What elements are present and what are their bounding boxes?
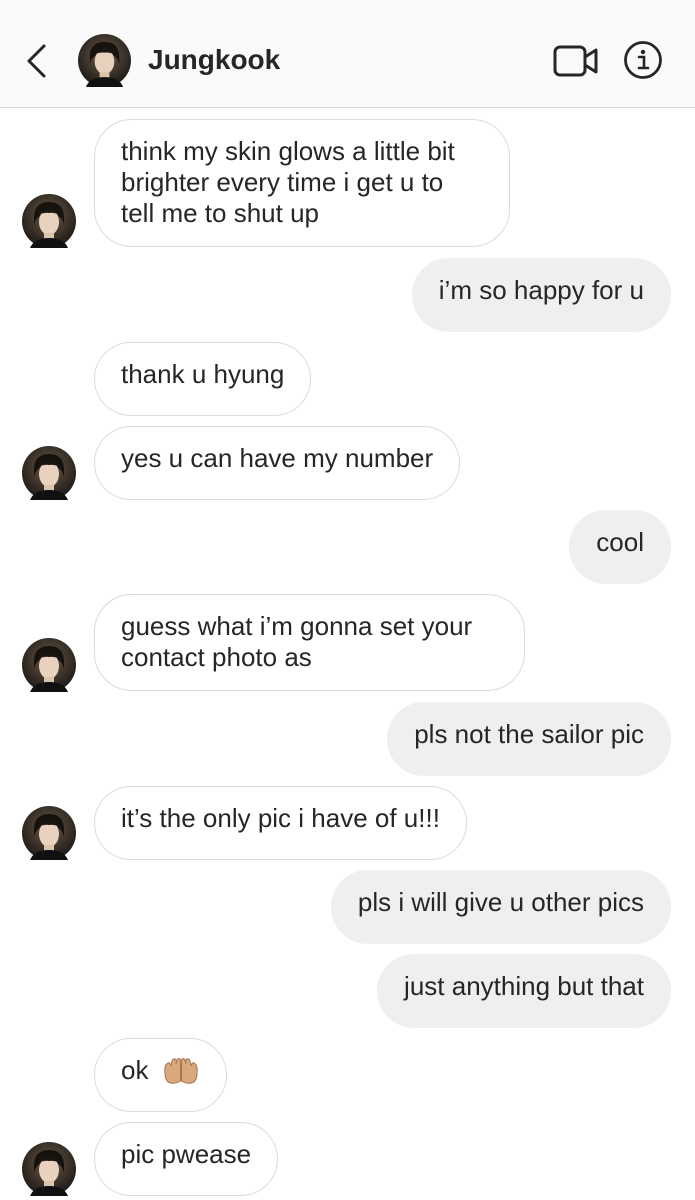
message-bubble-incoming[interactable]: guess what i’m gonna set your contact ph… [94, 594, 525, 691]
message-bubble-outgoing[interactable]: cool [569, 510, 671, 584]
message-bubble-outgoing[interactable]: i’m so happy for u [411, 258, 671, 332]
video-call-button[interactable] [553, 44, 599, 78]
contact-name[interactable]: Jungkook [148, 44, 280, 76]
message-bubble-incoming[interactable]: ok [94, 1038, 227, 1112]
message-bubble-outgoing[interactable]: just anything but that [377, 954, 671, 1028]
message-bubble-incoming[interactable]: it’s the only pic i have of u!!! [94, 786, 467, 860]
info-icon [624, 41, 662, 79]
message-bubble-outgoing[interactable]: pls not the sailor pic [387, 702, 671, 776]
sender-avatar[interactable] [22, 806, 76, 860]
chevron-left-icon [27, 44, 46, 78]
message-bubble-outgoing[interactable]: pls i will give u other pics [330, 870, 671, 944]
sender-avatar[interactable] [22, 638, 76, 692]
back-button[interactable] [22, 42, 52, 80]
sender-avatar[interactable] [22, 194, 76, 248]
chat-header: Jungkook [0, 0, 695, 108]
video-camera-icon [553, 45, 598, 77]
message-text: ok [121, 1055, 149, 1085]
info-button[interactable] [623, 40, 663, 80]
palms-up-together-emoji [164, 1058, 198, 1084]
message-bubble-incoming[interactable]: thank u hyung [94, 342, 312, 416]
sender-avatar[interactable] [22, 1142, 76, 1196]
message-bubble-incoming[interactable]: think my skin glows a little bit brighte… [94, 119, 510, 247]
contact-avatar[interactable] [78, 34, 131, 87]
message-bubble-incoming[interactable]: yes u can have my number [94, 426, 461, 500]
message-bubble-incoming[interactable]: pic pwease [94, 1122, 279, 1196]
sender-avatar[interactable] [22, 446, 76, 500]
